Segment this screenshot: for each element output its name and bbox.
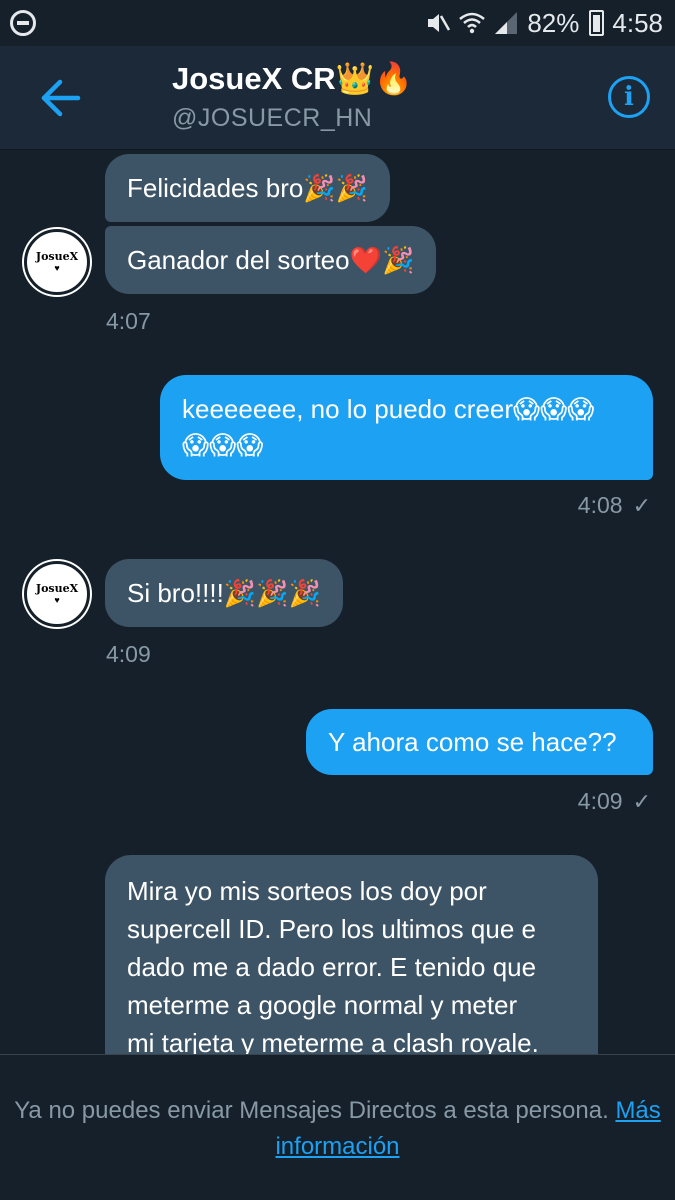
timestamp: 4:08 ✓ <box>578 492 651 519</box>
info-icon: i <box>624 82 634 112</box>
message-text-line: 😱😱😱 <box>182 430 264 460</box>
info-button[interactable]: i <box>608 76 650 118</box>
back-arrow-icon <box>41 79 81 117</box>
battery-icon <box>589 10 605 36</box>
dnd-icon <box>10 10 36 36</box>
timestamp-text: 4:08 <box>577 492 623 518</box>
notice-text: Ya no puedes enviar Mensajes Directos a … <box>14 1097 609 1124</box>
signal-icon <box>495 12 518 34</box>
avatar-label: JosueX <box>35 582 79 595</box>
message-text: Ganador del sorteo❤️🎉 <box>127 245 415 275</box>
message-bubble-outgoing[interactable]: keeeeeee, no lo puedo creer😱😱😱 😱😱😱 <box>160 375 653 480</box>
message-text: Felicidades bro🎉🎉 <box>127 173 369 203</box>
contact-handle[interactable]: @JOSUECR_HN <box>172 104 372 133</box>
message-bubble-incoming[interactable]: Felicidades bro🎉🎉 <box>105 154 391 222</box>
avatar[interactable]: JosueX ♥ <box>24 229 90 295</box>
dm-disabled-notice: Ya no puedes enviar Mensajes Directos a … <box>0 1054 675 1200</box>
status-bar: 82% 4:58 <box>0 0 675 46</box>
message-text-line: meterme a google normal y meter <box>127 990 518 1020</box>
sent-check-icon: ✓ <box>632 789 651 814</box>
message-text: Y ahora como se hace?? <box>328 727 617 757</box>
sent-check-icon: ✓ <box>632 493 651 518</box>
heart-icon: ♥ <box>54 595 60 605</box>
clock: 4:58 <box>612 7 663 38</box>
contact-name[interactable]: JosueX CR👑🔥 <box>172 60 413 97</box>
conversation-header: JosueX CR👑🔥 @JOSUECR_HN i <box>0 46 675 150</box>
message-text-line: mi tarjeta y meterme a clash royale. <box>127 1028 539 1054</box>
battery-percent: 82% <box>527 7 580 38</box>
timestamp: 4:09 <box>106 641 151 667</box>
avatar-label: JosueX <box>35 250 79 263</box>
message-bubble-incoming[interactable]: Mira yo mis sorteos los doy por supercel… <box>105 855 598 1054</box>
avatar[interactable]: JosueX ♥ <box>24 561 90 627</box>
message-bubble-incoming[interactable]: Si bro!!!!🎉🎉🎉 <box>105 559 343 627</box>
timestamp-text: 4:09 <box>577 788 623 814</box>
message-bubble-outgoing[interactable]: Y ahora como se hace?? <box>306 709 653 775</box>
timestamp: 4:07 <box>106 308 151 334</box>
heart-icon: ♥ <box>54 263 60 273</box>
message-text-line: dado me a dado error. E tenido que <box>127 952 537 982</box>
wifi-icon <box>459 12 486 34</box>
message-list[interactable]: Felicidades bro🎉🎉 Ganador del sorteo❤️🎉 … <box>0 151 675 1054</box>
message-text-line: Mira yo mis sorteos los doy por <box>127 876 487 906</box>
message-bubble-incoming[interactable]: Ganador del sorteo❤️🎉 <box>105 226 437 294</box>
message-text-line: keeeeeee, no lo puedo creer😱😱😱 <box>182 394 595 424</box>
mute-icon <box>428 14 451 32</box>
back-button[interactable] <box>34 74 86 122</box>
message-text-line: supercell ID. Pero los ultimos que e <box>127 914 536 944</box>
timestamp: 4:09 ✓ <box>578 788 651 815</box>
message-text: Si bro!!!!🎉🎉🎉 <box>127 578 321 608</box>
